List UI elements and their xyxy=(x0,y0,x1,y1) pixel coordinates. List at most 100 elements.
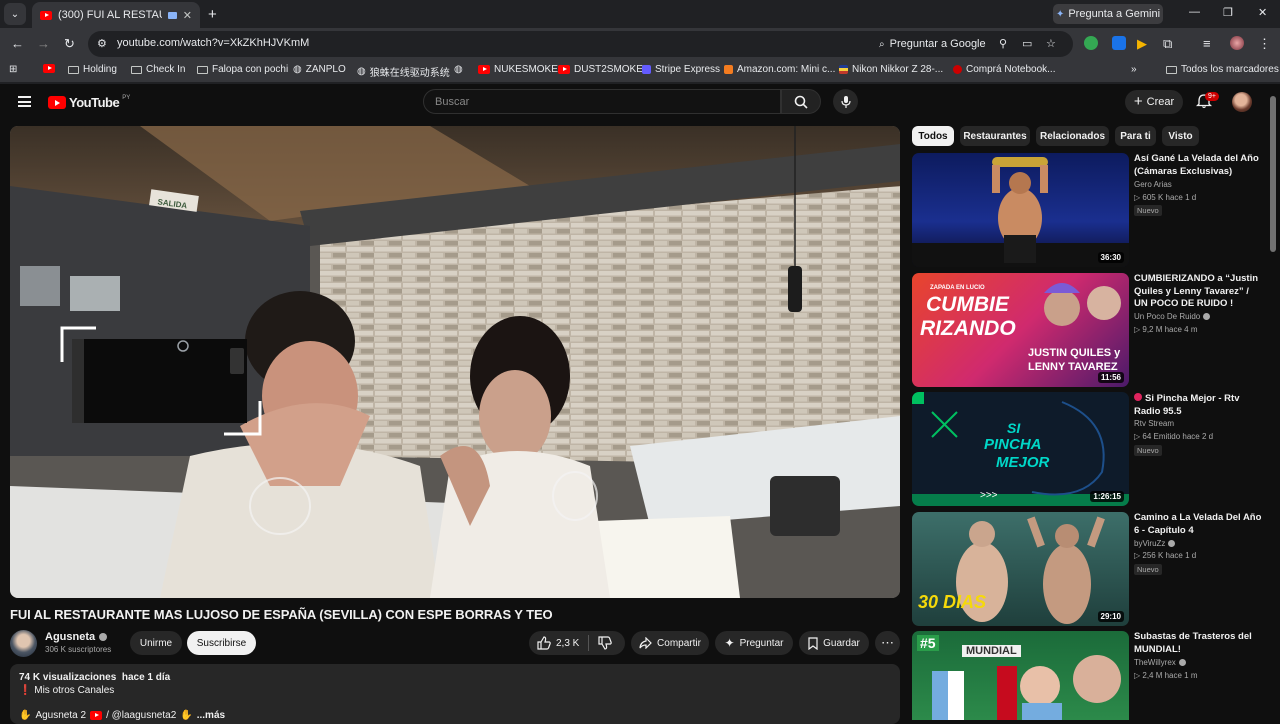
extension-blue-icon[interactable] xyxy=(1112,36,1126,50)
show-more-link[interactable]: ...más xyxy=(197,710,225,721)
bookmark-globe[interactable]: ◍ xyxy=(454,64,463,75)
cast-icon[interactable]: ▭ xyxy=(1022,37,1032,50)
extension-play-icon[interactable]: ▶ xyxy=(1137,36,1147,52)
browser-menu-icon[interactable]: ⋮ xyxy=(1258,36,1271,52)
ask-label: Preguntar xyxy=(739,637,784,649)
site-info-icon[interactable]: ⚙ xyxy=(97,37,107,50)
recommendation-thumbnail[interactable]: ZAPADA EN LUCIO CUMBIE RIZANDO JUSTIN QU… xyxy=(912,273,1129,387)
forward-arrow-icon[interactable]: → xyxy=(37,36,50,51)
bookmark-holding[interactable]: Holding xyxy=(68,64,117,75)
recommendation-channel-text[interactable]: Gero Arias xyxy=(1134,180,1172,189)
recommendation-title-text[interactable]: Si Pincha Mejor - Rtv Radio 95.5 xyxy=(1134,393,1240,417)
chip-all[interactable]: Todos xyxy=(912,126,954,146)
page-scrollbar[interactable] xyxy=(1270,96,1276,252)
dislike-thumb-icon[interactable] xyxy=(598,636,613,650)
channel-avatar[interactable] xyxy=(10,630,37,657)
folder-icon xyxy=(131,65,142,74)
address-bar[interactable]: ⚙ youtube.com/watch?v=XkZKhHJVKmM ⌕ Preg… xyxy=(88,31,1073,57)
save-button[interactable]: Guardar xyxy=(799,631,869,655)
recommendation-title[interactable]: Camino a La Velada Del Año 6 - Capítulo … xyxy=(1134,512,1264,537)
extensions-puzzle-icon[interactable]: ⧉ xyxy=(1163,36,1172,52)
recommendation-thumbnail[interactable]: 30 DIAS 29:10 xyxy=(912,512,1129,626)
extension-green-icon[interactable] xyxy=(1084,36,1098,50)
chip-restaurants[interactable]: Restaurantes xyxy=(960,126,1030,146)
recommendation-title[interactable]: Si Pincha Mejor - Rtv Radio 95.5 xyxy=(1134,393,1264,418)
subscribe-button[interactable]: Suscribirse xyxy=(187,631,256,655)
recommendation-channel[interactable]: Rtv Stream xyxy=(1134,419,1174,428)
recommendation-channel-text[interactable]: TheWillyrex xyxy=(1134,658,1176,667)
channel-name[interactable]: Agusneta xyxy=(45,631,108,643)
media-controls-icon[interactable]: ≡ xyxy=(1203,36,1211,51)
new-tab-button[interactable]: + xyxy=(208,6,217,23)
channel-link-text[interactable]: Agusneta 2 xyxy=(35,710,86,721)
minimize-window-icon[interactable]: — xyxy=(1189,6,1200,18)
browser-tab-active[interactable]: (300) FUI AL RESTAURANTE ✕ xyxy=(32,2,200,28)
bookmark-chinese[interactable]: ◍ 狼蛛在线驱动系统 xyxy=(357,64,450,79)
search-input[interactable]: Buscar xyxy=(423,89,781,114)
maximize-window-icon[interactable]: ❐ xyxy=(1223,6,1233,19)
recommendation-channel[interactable]: byViruZz xyxy=(1134,539,1176,548)
create-button[interactable]: + Crear xyxy=(1125,90,1183,114)
boxer-thumbnail-art xyxy=(912,157,1129,267)
profile-avatar-icon[interactable] xyxy=(1230,36,1244,50)
guide-menu-icon[interactable] xyxy=(18,96,31,107)
recommendation-channel[interactable]: Gero Arias xyxy=(1134,180,1172,189)
chevrons-icon: >>> xyxy=(980,490,998,501)
zoom-icon[interactable]: ⚲ xyxy=(999,37,1007,50)
recommendation-title[interactable]: Así Gané La Velada del Año (Cámaras Excl… xyxy=(1134,153,1264,178)
join-button[interactable]: Unirme xyxy=(130,631,182,655)
bookmark-nukesmoke[interactable]: NUKESMOKE xyxy=(478,64,558,75)
bookmark-star-icon[interactable]: ☆ xyxy=(1046,37,1056,50)
ask-button[interactable]: ✦ Preguntar xyxy=(715,631,793,655)
chip-watched[interactable]: Visto xyxy=(1162,126,1199,146)
recommendation-channel-text[interactable]: Un Poco De Ruido xyxy=(1134,312,1200,321)
channel-name-text[interactable]: Agusneta xyxy=(45,631,95,643)
recommendation-channel-text[interactable]: Rtv Stream xyxy=(1134,419,1174,428)
youtube-favicon xyxy=(43,64,55,73)
back-arrow-icon[interactable]: ← xyxy=(11,36,24,51)
tab-cast-icon xyxy=(167,11,177,19)
tab-search-chevron-icon[interactable]: ⌄ xyxy=(4,3,26,25)
gemini-button[interactable]: ✦ Pregunta a Gemini xyxy=(1053,4,1163,24)
url-text[interactable]: youtube.com/watch?v=XkZKhHJVKmM xyxy=(117,37,309,49)
bookmark-notebook[interactable]: Comprá Notebook... xyxy=(953,64,1056,75)
bookmark-amazon[interactable]: Amazon.com: Mini c... xyxy=(724,64,835,75)
chip-for-you[interactable]: Para ti xyxy=(1115,126,1156,146)
bookmark-dust2smoke[interactable]: DUST2SMOKE xyxy=(558,64,643,75)
close-window-icon[interactable]: ✕ xyxy=(1258,6,1267,19)
bookmark-zanplo[interactable]: ◍ ZANPLO xyxy=(293,64,346,75)
bookmark-youtube[interactable] xyxy=(43,64,55,73)
recommendation-channel[interactable]: Un Poco De Ruido xyxy=(1134,312,1211,321)
like-thumb-icon[interactable] xyxy=(537,636,551,650)
bookmark-nikon[interactable]: Nikon Nikkor Z 28-... xyxy=(839,64,943,75)
chip-related[interactable]: Relacionados xyxy=(1036,126,1109,146)
like-count[interactable]: 2,3 K xyxy=(556,638,579,649)
bookmark-falopa[interactable]: Falopa con pochi xyxy=(197,64,288,75)
bookmarks-overflow-icon[interactable]: » xyxy=(1131,64,1137,75)
voice-search-button[interactable] xyxy=(833,89,858,114)
apps-grid-icon[interactable]: ⊞ xyxy=(9,64,17,75)
all-bookmarks[interactable]: Todos los marcadores xyxy=(1166,64,1279,75)
bookmark-check-in[interactable]: Check In xyxy=(131,64,185,75)
recommendation-title[interactable]: Subastas de Trasteros del MUNDIAL! xyxy=(1134,631,1264,656)
recommendation-title[interactable]: CUMBIERIZANDO a “Justin Quiles y Lenny T… xyxy=(1134,273,1264,311)
ask-google-chip[interactable]: ⌕ Preguntar a Google xyxy=(879,35,986,53)
bookmark-stripe[interactable]: Stripe Express xyxy=(642,64,720,75)
more-actions-button[interactable]: ⋯ xyxy=(875,631,900,655)
share-button[interactable]: Compartir xyxy=(631,631,709,655)
recommendation-thumbnail[interactable]: 36:30 xyxy=(912,153,1129,267)
search-button[interactable] xyxy=(781,89,821,114)
recommendation-channel-text[interactable]: byViruZz xyxy=(1134,539,1165,548)
recommendation-thumbnail[interactable]: SI PINCHA MEJOR >>> 1:26:15 xyxy=(912,392,1129,506)
youtube-logo[interactable]: YouTube PY xyxy=(48,95,130,110)
recommendation-channel[interactable]: TheWillyrex xyxy=(1134,658,1186,667)
description-stats: 74 K visualizaciones hace 1 día xyxy=(19,672,170,683)
recommendation-thumbnail[interactable]: #5 MUNDIAL xyxy=(912,631,1129,720)
reload-icon[interactable]: ↻ xyxy=(64,36,75,52)
channel-handle-link[interactable]: / @laagusneta2 xyxy=(106,710,176,721)
description-box[interactable]: 74 K visualizaciones hace 1 día ❗ Mis ot… xyxy=(10,664,900,724)
account-avatar[interactable] xyxy=(1232,92,1252,112)
bookmark-label: Comprá Notebook... xyxy=(966,64,1056,75)
tab-close-icon[interactable]: ✕ xyxy=(183,9,192,22)
video-player[interactable]: SALIDA xyxy=(10,126,900,598)
